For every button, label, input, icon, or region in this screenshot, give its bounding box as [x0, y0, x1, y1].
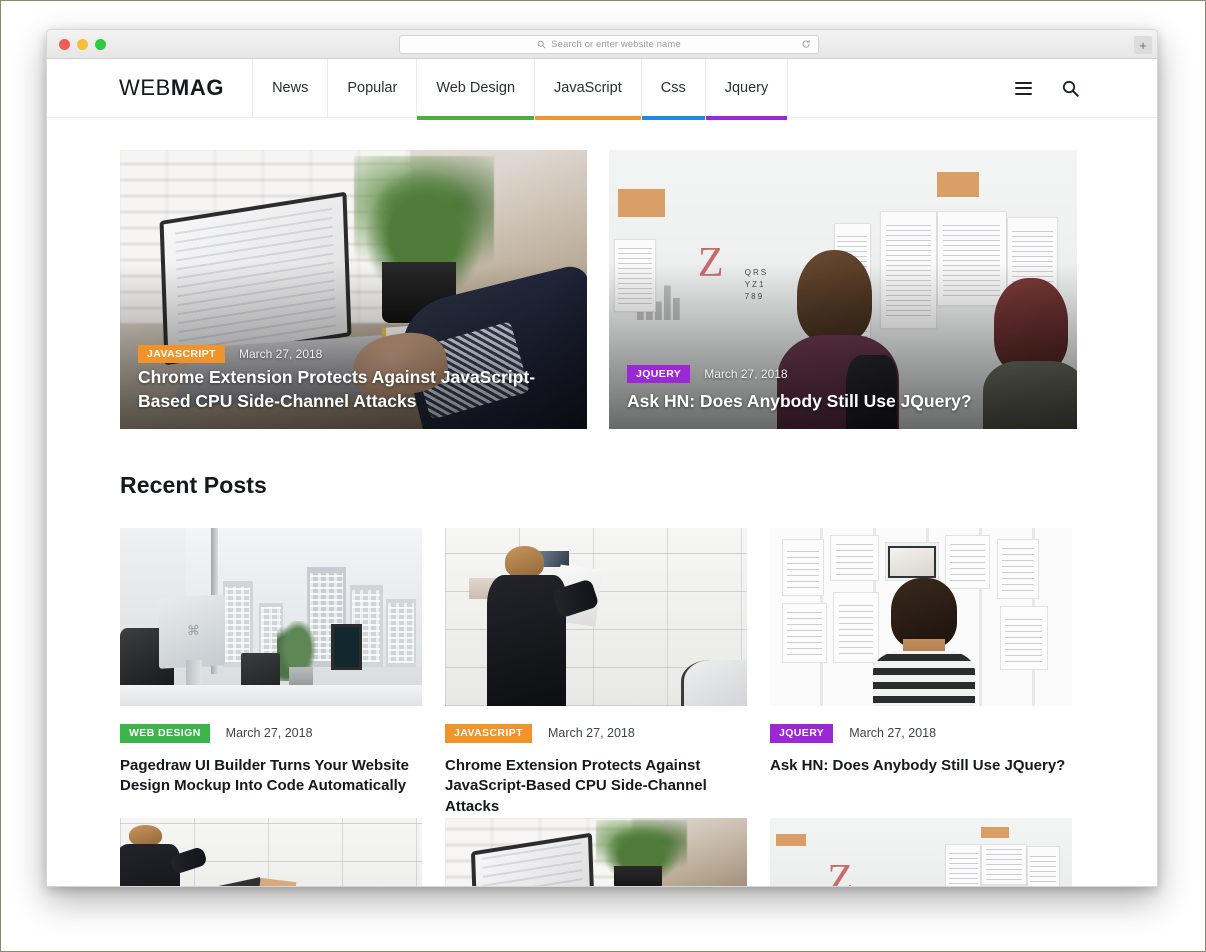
address-bar[interactable]: Search or enter website name [399, 35, 819, 54]
address-placeholder: Search or enter website name [551, 39, 681, 50]
post-title[interactable]: Pagedraw UI Builder Turns Your Website D… [120, 756, 422, 797]
post-thumbnail[interactable] [445, 817, 747, 886]
logo-text-bold: MAG [170, 75, 225, 100]
category-badge[interactable]: JAVASCRIPT [445, 724, 532, 743]
post-card-web-design[interactable]: WEB DESIGN March 27, 2018 Pagedraw UI Bu… [120, 528, 422, 818]
post-date: March 27, 2018 [547, 726, 635, 741]
post-meta: JAVASCRIPT March 27, 2018 [445, 724, 747, 743]
nav-label: Popular [347, 80, 398, 96]
search-icon[interactable] [1062, 80, 1079, 97]
featured-posts: JAVASCRIPT March 27, 2018 Chrome Extensi… [120, 150, 1084, 429]
nav-item-jquery[interactable]: Jquery [704, 59, 789, 120]
nav-underline-javascript [535, 116, 641, 120]
minimize-window-button[interactable] [77, 38, 88, 50]
post-date: March 27, 2018 [225, 726, 313, 741]
new-tab-button[interactable]: + [1134, 36, 1152, 54]
category-badge[interactable]: JQUERY [770, 724, 834, 743]
post-thumbnail[interactable] [120, 817, 422, 886]
header-actions [1015, 59, 1157, 117]
site-header: WEB MAG News Popular Web Design JavaScrip… [47, 59, 1157, 120]
post-card-javascript[interactable]: JAVASCRIPT March 27, 2018 Chrome Extensi… [445, 528, 747, 818]
nav-underline-jquery [705, 116, 788, 120]
section-title-recent-posts: Recent Posts [120, 472, 267, 498]
post-thumbnail[interactable]: Z [770, 817, 1072, 886]
main-content: JAVASCRIPT March 27, 2018 Chrome Extensi… [47, 118, 1157, 886]
post-date: March 27, 2018 [238, 346, 323, 361]
post-title[interactable]: Ask HN: Does Anybody Still Use JQuery? [770, 756, 1072, 777]
category-badge[interactable]: WEB DESIGN [120, 724, 210, 743]
post-card-jquery[interactable]: JQUERY March 27, 2018 Ask HN: Does Anybo… [770, 528, 1072, 818]
post-title[interactable]: Chrome Extension Protects Against JavaSc… [445, 756, 747, 818]
window-controls[interactable] [59, 38, 106, 50]
nav-item-popular[interactable]: Popular [327, 59, 416, 117]
search-icon [537, 40, 546, 49]
nav-item-web-design[interactable]: Web Design [416, 59, 535, 120]
featured-title[interactable]: Chrome Extension Protects Against JavaSc… [138, 366, 567, 413]
close-window-button[interactable] [59, 38, 70, 50]
page-viewport: WEB MAG News Popular Web Design JavaScrip… [47, 59, 1157, 886]
nav-label: Web Design [436, 80, 516, 96]
nav-label: JavaScript [554, 80, 622, 96]
post-thumbnail[interactable] [770, 528, 1072, 706]
post-meta: WEB DESIGN March 27, 2018 [120, 724, 422, 743]
post-card-row2-1[interactable] [120, 817, 422, 886]
category-badge[interactable]: JAVASCRIPT [138, 344, 225, 363]
featured-meta: JQUERY March 27, 2018 [627, 364, 788, 383]
featured-meta: JAVASCRIPT March 27, 2018 [138, 344, 323, 363]
post-card-row2-3[interactable]: Z [770, 817, 1072, 886]
maximize-window-button[interactable] [95, 38, 106, 50]
browser-window: Search or enter website name + WEB MAG N… [46, 29, 1158, 887]
post-thumbnail[interactable] [120, 528, 422, 706]
nav-label: Css [660, 80, 686, 96]
featured-card-jquery[interactable]: Z QRSYZ1789 JQUERY March 27, 2018 [609, 150, 1077, 429]
browser-titlebar: Search or enter website name + [47, 30, 1157, 59]
nav-item-css[interactable]: Css [640, 59, 705, 120]
page-frame: Search or enter website name + WEB MAG N… [0, 0, 1206, 952]
nav-label: News [272, 80, 309, 96]
recent-posts-grid-row-2: Z [120, 817, 1084, 886]
nav-item-javascript[interactable]: JavaScript [534, 59, 641, 120]
nav-underline-web-design [417, 116, 535, 120]
hamburger-menu-icon[interactable] [1015, 81, 1032, 95]
post-date: March 27, 2018 [704, 366, 788, 381]
reload-icon[interactable] [801, 39, 811, 49]
site-logo[interactable]: WEB MAG [119, 59, 252, 117]
nav-label: Jquery [724, 80, 769, 96]
featured-card-javascript[interactable]: JAVASCRIPT March 27, 2018 Chrome Extensi… [120, 150, 587, 429]
category-badge[interactable]: JQUERY [627, 364, 691, 383]
post-meta: JQUERY March 27, 2018 [770, 724, 1072, 743]
post-card-row2-2[interactable] [445, 817, 747, 886]
nav-item-news[interactable]: News [252, 59, 327, 117]
post-thumbnail[interactable] [445, 528, 747, 706]
post-date: March 27, 2018 [849, 726, 937, 741]
recent-posts-grid: WEB DESIGN March 27, 2018 Pagedraw UI Bu… [120, 528, 1084, 818]
nav-underline-css [641, 116, 705, 120]
featured-title[interactable]: Ask HN: Does Anybody Still Use JQuery? [627, 390, 1057, 413]
logo-text-light: WEB [119, 75, 171, 100]
main-navigation: News Popular Web Design JavaScript Css J… [252, 59, 789, 120]
